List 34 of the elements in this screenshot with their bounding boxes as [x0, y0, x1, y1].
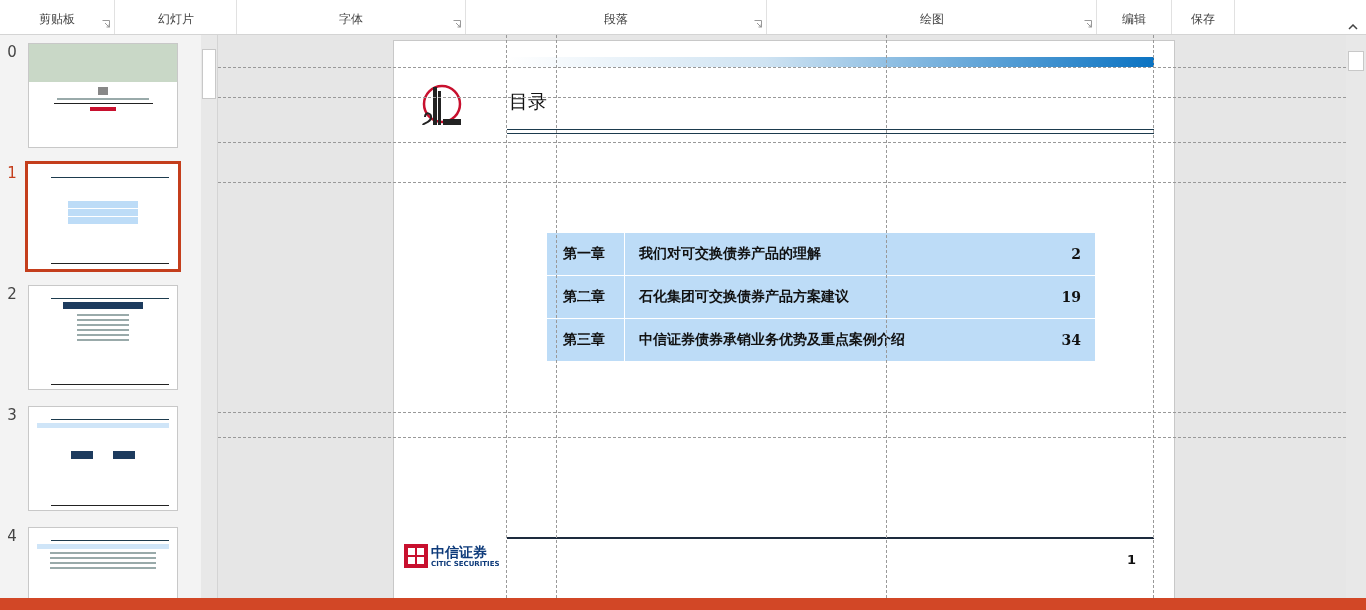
ribbon-group-label: 绘图: [919, 11, 944, 28]
chapter-title-cell-text: 石化集团可交换债券产品方案建议: [638, 288, 850, 306]
scrollbar[interactable]: [1346, 35, 1366, 598]
slide-thumbnail[interactable]: [28, 285, 178, 390]
page-number-cell-text: 19: [1060, 289, 1082, 305]
ribbon-group-label: 剪贴板: [39, 11, 75, 28]
slide-title: 目录: [509, 89, 547, 114]
chapter-cell: 第三章: [547, 319, 625, 361]
chapter-cell: 第二章: [547, 276, 625, 318]
dialog-launcher-icon[interactable]: [453, 20, 461, 28]
slide-thumbnail[interactable]: [28, 43, 178, 148]
slide-page-number: 1: [1127, 552, 1137, 567]
logo-icon: [404, 544, 428, 568]
scrollbar[interactable]: [201, 35, 217, 598]
ribbon-group-label: 编辑: [1122, 11, 1146, 28]
ribbon-group-label: 段落: [604, 11, 628, 28]
dialog-launcher-icon[interactable]: [102, 20, 110, 28]
chapter-cell: 第一章: [547, 233, 625, 275]
dialog-launcher-icon[interactable]: [754, 20, 762, 28]
slide-number: 4: [6, 527, 18, 547]
page-number-cell-text: 34: [1060, 332, 1082, 348]
chapter-title-cell-text: 我们对可交换债券产品的理解: [638, 245, 822, 263]
slide-number: 2: [6, 285, 18, 305]
dialog-launcher-icon[interactable]: [1084, 20, 1092, 28]
logo-text: 中信证券: [431, 544, 488, 560]
collapse-ribbon-icon[interactable]: [1348, 24, 1358, 30]
slide-number: 3: [6, 406, 18, 426]
page-number-cell-text: 2: [1070, 246, 1082, 262]
ribbon-group-label: 幻灯片: [157, 11, 194, 28]
slide-number: 0: [6, 43, 18, 63]
slide-number: 1: [6, 164, 18, 184]
ribbon-group-label: 字体: [339, 11, 363, 28]
slide-thumbnail[interactable]: [28, 406, 178, 511]
ribbon-group-label: 保存: [1191, 11, 1215, 28]
